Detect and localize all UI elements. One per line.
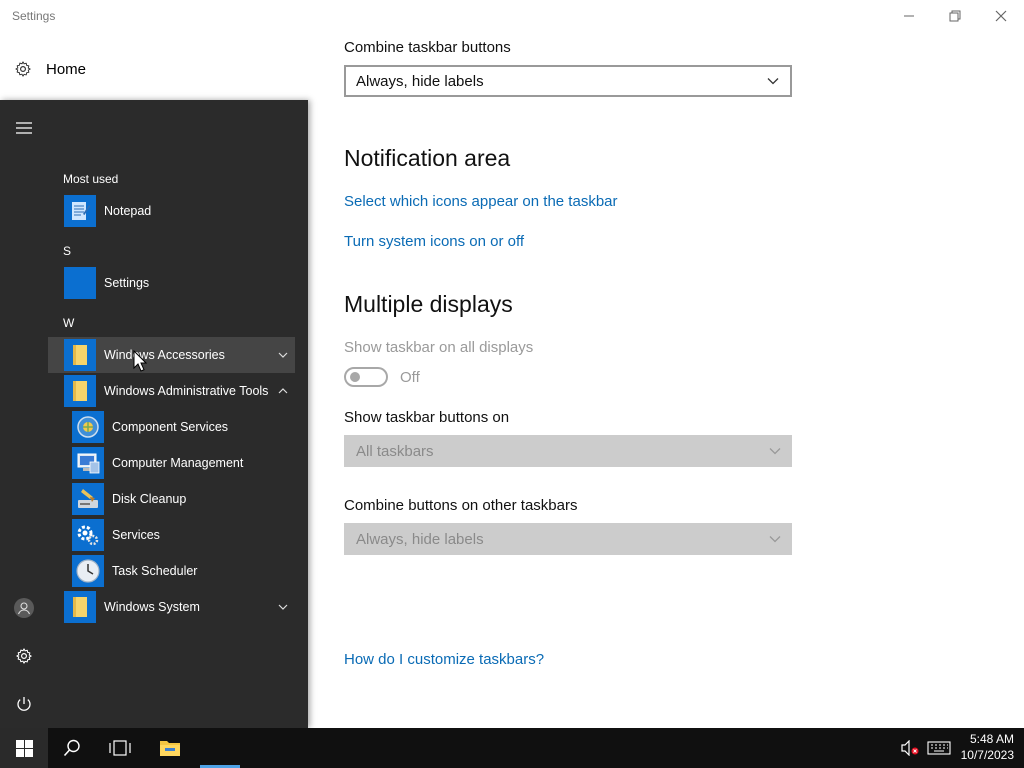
close-icon — [995, 10, 1007, 22]
minimize-button[interactable] — [886, 0, 932, 32]
nav-home-label: Home — [46, 60, 87, 78]
app-name: Windows Accessories — [104, 348, 225, 362]
folder-icon — [64, 591, 96, 623]
chevron-down-icon — [767, 78, 779, 85]
settings-icon — [64, 267, 96, 299]
settings-rail-button[interactable] — [12, 644, 36, 668]
app-name: Component Services — [112, 420, 229, 434]
search-button[interactable] — [48, 728, 96, 768]
app-component-services[interactable]: Component Services — [48, 409, 295, 445]
section-s-header[interactable]: S — [63, 244, 71, 258]
show-all-displays-label: Show taskbar on all displays — [344, 339, 534, 356]
user-account-button[interactable] — [12, 596, 36, 620]
show-buttons-label: Show taskbar buttons on — [344, 409, 510, 426]
computer-management-icon — [72, 447, 104, 479]
notepad-icon — [64, 195, 96, 227]
hamburger-icon — [16, 122, 32, 134]
chevron-down-icon — [769, 448, 781, 455]
folder-windows-administrative-tools[interactable]: Windows Administrative Tools — [48, 373, 295, 409]
folder-windows-accessories[interactable]: Windows Accessories — [48, 337, 295, 373]
combine-other-value: Always, hide labels — [356, 530, 484, 548]
chevron-up-icon — [278, 388, 288, 394]
combine-taskbar-value: Always, hide labels — [356, 72, 484, 90]
windows-logo-icon — [15, 739, 33, 757]
app-name: Disk Cleanup — [112, 492, 187, 506]
notification-area-heading: Notification area — [344, 145, 511, 171]
combine-taskbar-label: Combine taskbar buttons — [344, 39, 511, 56]
chevron-down-icon — [278, 604, 288, 610]
minimize-icon — [904, 15, 914, 17]
app-task-scheduler[interactable]: Task Scheduler — [48, 553, 295, 589]
app-name: Services — [112, 528, 160, 542]
folder-icon — [64, 375, 96, 407]
start-menu: Most used Notepad S Settings W Windows A… — [0, 100, 308, 728]
help-link[interactable]: How do I customize taskbars? — [344, 651, 544, 668]
chevron-down-icon — [278, 352, 288, 358]
clock-icon — [72, 555, 104, 587]
clock-time: 5:48 AM — [969, 732, 1014, 746]
hamburger-menu-button[interactable] — [12, 116, 36, 140]
toggle-knob — [350, 372, 360, 382]
app-settings[interactable]: Settings — [48, 265, 295, 301]
combine-other-dropdown[interactable]: Always, hide labels — [344, 523, 792, 555]
app-name: Computer Management — [112, 456, 244, 470]
nav-home[interactable]: Home — [14, 56, 86, 82]
mouse-cursor-icon — [133, 350, 147, 372]
folder-windows-system[interactable]: Windows System — [48, 589, 295, 625]
touch-keyboard-button[interactable] — [922, 728, 956, 768]
restore-icon — [949, 10, 961, 22]
app-name: Settings — [104, 276, 150, 290]
toggle-state-label: Off — [400, 369, 420, 386]
app-services[interactable]: Services — [48, 517, 295, 553]
restore-button[interactable] — [932, 0, 978, 32]
taskbar-clock[interactable]: 5:48 AM 10/7/2023 — [961, 731, 1014, 763]
taskbar — [0, 728, 1024, 768]
power-icon — [17, 697, 31, 711]
window-title: Settings — [12, 9, 56, 23]
system-icons-link[interactable]: Turn system icons on or off — [344, 233, 524, 250]
select-icons-link[interactable]: Select which icons appear on the taskbar — [344, 193, 618, 210]
app-name: Windows System — [104, 600, 200, 614]
app-disk-cleanup[interactable]: Disk Cleanup — [48, 481, 295, 517]
app-name: Windows Administrative Tools — [104, 384, 269, 398]
app-name: Task Scheduler — [112, 564, 198, 578]
combine-taskbar-dropdown[interactable]: Always, hide labels — [344, 65, 792, 97]
gear-icon — [15, 61, 31, 77]
app-notepad[interactable]: Notepad — [48, 193, 295, 229]
gear-icon — [16, 648, 32, 664]
multiple-displays-heading: Multiple displays — [344, 291, 513, 317]
show-all-displays-toggle[interactable] — [344, 367, 388, 387]
section-w-header[interactable]: W — [63, 316, 74, 330]
combine-other-label: Combine buttons on other taskbars — [344, 497, 578, 514]
file-explorer-button[interactable] — [146, 728, 194, 768]
most-used-header: Most used — [63, 172, 119, 186]
volume-muted-icon — [901, 740, 919, 756]
services-icon — [72, 519, 104, 551]
app-name: Notepad — [104, 204, 152, 218]
app-computer-management[interactable]: Computer Management — [48, 445, 295, 481]
user-icon — [14, 598, 34, 618]
chevron-down-icon — [769, 536, 781, 543]
start-button[interactable] — [0, 728, 48, 768]
search-icon — [63, 739, 80, 757]
clock-date: 10/7/2023 — [960, 748, 1014, 762]
keyboard-icon — [927, 741, 951, 755]
file-explorer-icon — [160, 741, 180, 756]
show-buttons-dropdown[interactable]: All taskbars — [344, 435, 792, 467]
close-button[interactable] — [978, 0, 1024, 32]
folder-icon — [64, 339, 96, 371]
show-buttons-value: All taskbars — [356, 442, 434, 460]
task-view-button[interactable] — [96, 728, 144, 768]
component-services-icon — [72, 411, 104, 443]
task-view-icon — [109, 740, 131, 756]
power-button[interactable] — [12, 692, 36, 716]
disk-cleanup-icon — [72, 483, 104, 515]
